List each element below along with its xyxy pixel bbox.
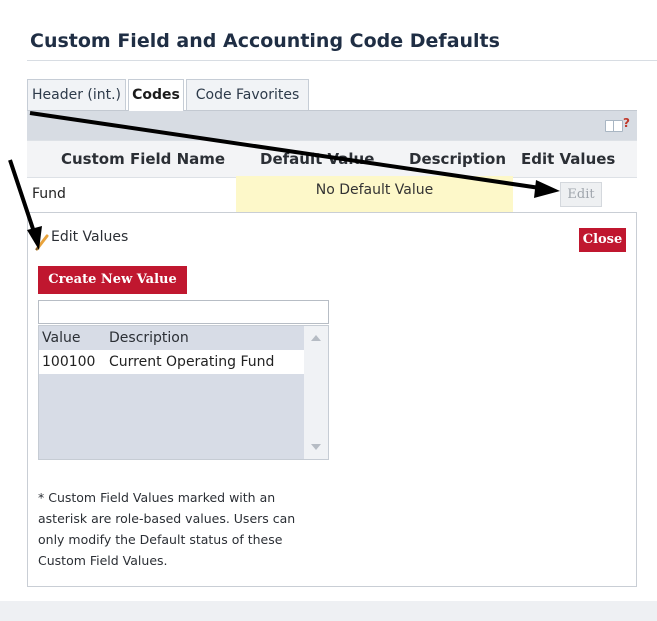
tab-code-favorites[interactable]: Code Favorites bbox=[186, 79, 309, 110]
pencil-icon bbox=[35, 234, 49, 251]
table-toolbar: ? bbox=[27, 110, 637, 141]
title-divider bbox=[27, 60, 657, 61]
scroll-up-icon[interactable] bbox=[311, 335, 321, 341]
column-header-edit-values: Edit Values bbox=[521, 150, 616, 168]
table-row: Fund No Default Value Edit bbox=[27, 176, 637, 212]
list-item-description: Current Operating Fund bbox=[109, 354, 275, 370]
list-item[interactable]: 100100 Current Operating Fund bbox=[39, 350, 305, 374]
create-new-value-button[interactable]: Create New Value bbox=[38, 266, 187, 294]
table-header: Custom Field Name Default Value Descript… bbox=[27, 140, 637, 178]
list-item-value: 100100 bbox=[42, 354, 96, 370]
column-header-description: Description bbox=[409, 150, 507, 168]
default-value-cell[interactable]: No Default Value bbox=[236, 176, 513, 212]
value-filter-input[interactable] bbox=[38, 300, 329, 324]
values-list: Value Description 100100 Current Operati… bbox=[38, 325, 329, 460]
tab-codes[interactable]: Codes bbox=[128, 79, 184, 111]
page-footer-strip bbox=[0, 601, 657, 621]
tab-header-int[interactable]: Header (int.) bbox=[27, 79, 126, 110]
values-list-header: Value Description bbox=[39, 326, 305, 350]
book-icon bbox=[605, 120, 623, 132]
list-header-description: Description bbox=[109, 330, 189, 346]
edit-values-title: Edit Values bbox=[51, 229, 129, 245]
help-book-icon[interactable]: ? bbox=[605, 116, 631, 133]
scroll-down-icon[interactable] bbox=[311, 444, 321, 450]
question-mark-icon: ? bbox=[623, 116, 630, 130]
edit-button[interactable]: Edit bbox=[560, 182, 602, 207]
role-based-footnote: * Custom Field Values marked with an ast… bbox=[38, 490, 296, 568]
edit-values-panel: Edit Values Close Create New Value Value… bbox=[27, 212, 637, 587]
custom-field-name-cell: Fund bbox=[32, 186, 66, 202]
close-button[interactable]: Close bbox=[579, 228, 626, 252]
column-header-default-value: Default Value bbox=[260, 150, 375, 168]
page-title: Custom Field and Accounting Code Default… bbox=[30, 30, 500, 52]
list-scrollbar[interactable] bbox=[304, 326, 328, 459]
list-header-value: Value bbox=[42, 330, 81, 346]
column-header-custom-field-name: Custom Field Name bbox=[61, 150, 226, 168]
